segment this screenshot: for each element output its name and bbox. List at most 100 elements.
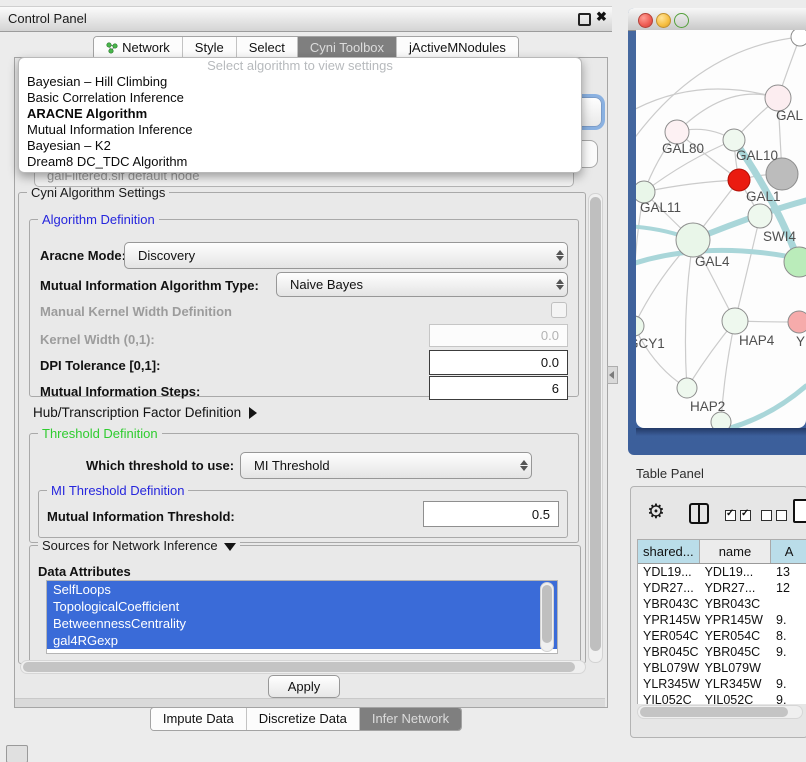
chevron-down-icon (224, 543, 236, 551)
node-gal1[interactable] (728, 169, 750, 191)
select-all-checks-icon[interactable] (725, 508, 755, 526)
algorithm-option-basic-correlation-inference[interactable]: Basic Correlation Inference (19, 90, 581, 106)
table-cell: YDR27... (638, 580, 700, 596)
node-gcy1[interactable] (636, 316, 644, 336)
tab-select[interactable]: Select (237, 37, 298, 59)
sources-title[interactable]: Sources for Network Inference (38, 538, 240, 553)
mi-threshold-input[interactable] (423, 501, 559, 527)
close-traffic-light-icon[interactable] (638, 13, 653, 28)
column-header-shared...[interactable]: shared... (638, 540, 700, 563)
settings-horizontal-scrollbar[interactable] (20, 660, 586, 674)
node-top-cut[interactable] (791, 30, 806, 46)
popup-item-list: Bayesian – Hill ClimbingBasic Correlatio… (19, 74, 581, 170)
split-columns-icon[interactable] (689, 503, 709, 524)
data-attributes-label: Data Attributes (38, 564, 131, 579)
table-cell: 12 (771, 580, 806, 596)
table-panel: ⚙︎ shared...nameA YDL19...YDL19...13YDR2… (630, 486, 806, 738)
which-threshold-combo[interactable]: MI Threshold (240, 452, 532, 479)
network-edge[interactable] (685, 240, 693, 388)
minimized-panel-icon[interactable] (6, 745, 28, 762)
table-cell: 9. (771, 612, 806, 628)
threshold-definition-group: Threshold Definition Which threshold to … (29, 433, 579, 543)
tab-impute-data[interactable]: Impute Data (151, 708, 247, 730)
zoom-traffic-light-icon[interactable] (674, 13, 689, 28)
table-toolbar: ⚙︎ (631, 493, 806, 533)
algorithm-option-aracne-algorithm[interactable]: ARACNE Algorithm (19, 106, 581, 122)
tab-cyni-toolbox[interactable]: Cyni Toolbox (298, 37, 397, 59)
table-cell: YPR145W (700, 612, 771, 628)
table-row[interactable]: YBL079WYBL079W (638, 660, 806, 676)
aracne-mode-combo[interactable]: Discovery (124, 242, 568, 269)
node-green-right[interactable] (784, 247, 806, 277)
table-row[interactable]: YDL19...YDL19...13 (638, 564, 806, 580)
data-attributes-list: SelfLoopsTopologicalCoefficientBetweenne… (46, 580, 558, 654)
node-hap2[interactable] (677, 378, 697, 398)
node-gal4[interactable] (676, 223, 710, 257)
split-pane-collapse-handle[interactable] (607, 366, 618, 384)
node-label-hap4: HAP4 (739, 333, 775, 348)
float-window-icon[interactable] (578, 13, 591, 26)
table-cell: YER054C (638, 628, 700, 644)
table-row[interactable]: YPR145WYPR145W9. (638, 612, 806, 628)
node-bottom-cut[interactable] (711, 412, 731, 428)
mi-type-value: Naive Bayes (277, 277, 553, 292)
network-edge[interactable] (735, 216, 760, 321)
algorithm-option-dream8-dc-tdc-algorithm[interactable]: Dream8 DC_TDC Algorithm (19, 154, 581, 170)
manual-kernel-checkbox[interactable] (551, 302, 567, 318)
table-row[interactable]: YBR043CYBR043C (638, 596, 806, 612)
tab-network[interactable]: Network (94, 37, 183, 59)
deselect-all-checks-icon[interactable] (761, 508, 791, 526)
network-graph[interactable]: GALGAL80GAL10GAL1GAL11SWI4GAL4GCY1HAP4YH… (636, 30, 806, 428)
attribute-item-gal4rgexp[interactable]: gal4RGexp (47, 632, 557, 649)
apply-button[interactable]: Apply (268, 675, 340, 698)
network-edge[interactable] (677, 94, 778, 132)
attribute-item-topologicalcoefficient[interactable]: TopologicalCoefficient (47, 598, 557, 615)
table-cell: YDL19... (700, 564, 771, 580)
column-header-A[interactable]: A (771, 540, 806, 563)
gear-icon[interactable]: ⚙︎ (647, 499, 665, 524)
table-row[interactable]: YIL052CYIL052C9. (638, 692, 806, 704)
hub-definition-toggle[interactable]: Hub/Transcription Factor Definition (33, 405, 257, 420)
network-window-titlebar[interactable] (628, 8, 806, 31)
mi-steps-input[interactable] (429, 376, 568, 400)
tab-style[interactable]: Style (183, 37, 237, 59)
attribute-item-betweennesscentrality[interactable]: BetweennessCentrality (47, 615, 557, 632)
table-cell: 9. (771, 676, 806, 692)
column-header-name[interactable]: name (700, 540, 772, 563)
mi-type-combo[interactable]: Naive Bayes (276, 272, 568, 297)
algorithm-option-bayesian-hill-climbing[interactable]: Bayesian – Hill Climbing (19, 74, 581, 90)
attributes-scrollbar[interactable] (540, 582, 554, 652)
table-row[interactable]: YBR045CYBR045C9. (638, 644, 806, 660)
tab-infer-network[interactable]: Infer Network (360, 708, 461, 730)
table-cell (771, 596, 806, 612)
new-table-icon[interactable] (793, 499, 806, 523)
canvas-bottom-shadow (636, 428, 806, 436)
network-view-window: GALGAL80GAL10GAL1GAL11SWI4GAL4GCY1HAP4YH… (628, 8, 806, 455)
attribute-item-selfloops[interactable]: SelfLoops (47, 581, 557, 598)
node-salmon-right[interactable] (788, 311, 806, 333)
settings-vertical-scrollbar[interactable] (588, 193, 603, 663)
table-cell: YDR27... (700, 580, 771, 596)
table-horizontal-scrollbar[interactable] (637, 705, 803, 719)
algorithm-option-mutual-information-inference[interactable]: Mutual Information Inference (19, 122, 581, 138)
dpi-tolerance-input[interactable] (429, 350, 568, 375)
table-row[interactable]: YDR27...YDR27...12 (638, 580, 806, 596)
network-canvas[interactable]: GALGAL80GAL10GAL1GAL11SWI4GAL4GCY1HAP4YH… (636, 30, 806, 428)
mi-threshold-group: MI Threshold Definition Mutual Informati… (38, 490, 568, 538)
table-row[interactable]: YER054CYER054C8. (638, 628, 806, 644)
node-hap4[interactable] (722, 308, 748, 334)
close-icon[interactable]: ✖ (596, 9, 607, 25)
table-cell (771, 660, 806, 676)
minimize-traffic-light-icon[interactable] (656, 13, 671, 28)
table-row[interactable]: YLR345WYLR345W9. (638, 676, 806, 692)
node-label-gal4: GAL4 (695, 254, 730, 269)
tab-jactivemnodules[interactable]: jActiveMNodules (397, 37, 518, 59)
hub-definition-label: Hub/Transcription Factor Definition (33, 405, 241, 420)
node-table: shared...nameA YDL19...YDL19...13YDR27..… (637, 539, 806, 704)
sources-title-text: Sources for Network Inference (42, 538, 218, 553)
bottom-tab-group: Impute DataDiscretize DataInfer Network (150, 707, 462, 731)
node-swi4[interactable] (748, 204, 772, 228)
kernel-width-input[interactable] (429, 324, 568, 347)
tab-discretize-data[interactable]: Discretize Data (247, 708, 360, 730)
algorithm-option-bayesian-k2[interactable]: Bayesian – K2 (19, 138, 581, 154)
